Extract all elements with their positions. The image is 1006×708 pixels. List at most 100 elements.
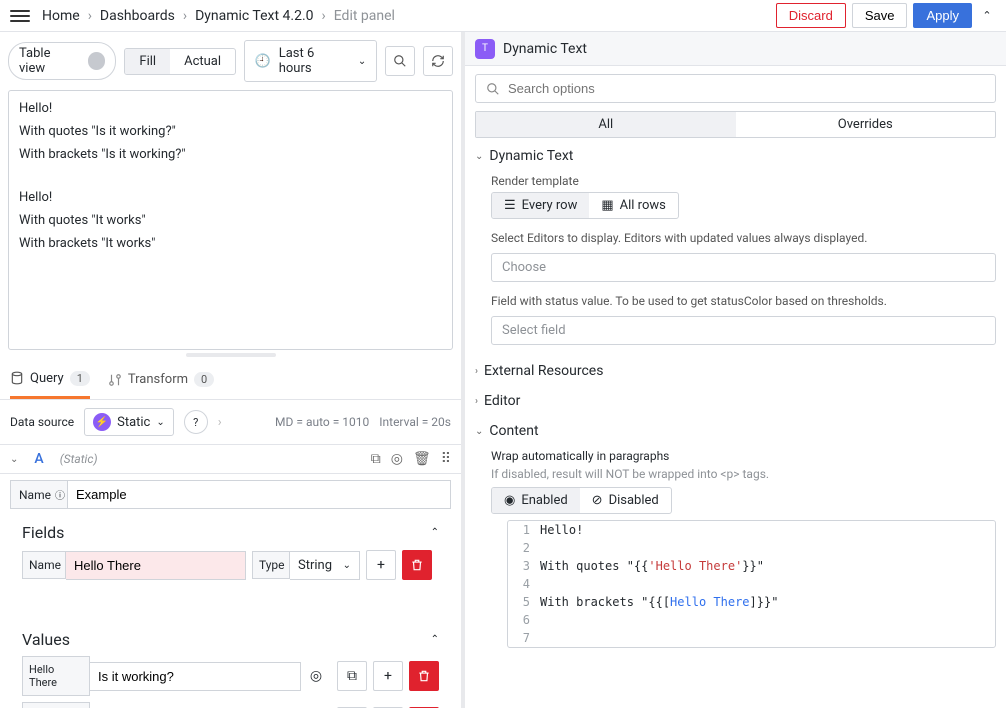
choose-editors-select[interactable]: Choose — [491, 253, 996, 282]
list-icon: ☰ — [504, 198, 516, 213]
save-button[interactable]: Save — [852, 3, 908, 28]
field-type-select[interactable]: String ⌄ — [290, 551, 360, 580]
preview-line: Hello! — [19, 101, 442, 116]
eye-icon[interactable]: ◎ — [391, 451, 403, 467]
static-ds-icon: ⚡ — [93, 413, 111, 431]
tab-query[interactable]: Query 1 — [10, 360, 90, 399]
chevron-down-icon[interactable]: ⌄ — [10, 454, 18, 465]
discard-button[interactable]: Discard — [776, 3, 846, 28]
preview-line: With quotes "Is it working?" — [19, 124, 442, 139]
query-type: (Static) — [60, 452, 98, 466]
eye-icon[interactable]: ◎ — [301, 661, 331, 691]
menu-icon[interactable] — [10, 6, 30, 26]
fill-option[interactable]: Fill — [125, 49, 170, 74]
values-title: Values — [22, 630, 70, 649]
time-range-label: Last 6 hours — [279, 46, 350, 76]
info-icon: ⓘ — [55, 487, 65, 502]
zoom-out-icon[interactable] — [385, 46, 415, 76]
disabled-option[interactable]: ⊘ Disabled — [580, 488, 671, 513]
query-name-input[interactable] — [68, 480, 451, 509]
fields-title: Fields — [22, 523, 64, 542]
render-template-label: Render template — [491, 168, 996, 192]
value-label: Hello There — [22, 656, 90, 696]
chevron-up-icon[interactable]: ⌃ — [431, 634, 439, 645]
select-editors-label: Select Editors to display. Editors with … — [491, 219, 996, 249]
crumb-dashboards[interactable]: Dashboards — [100, 8, 175, 24]
chevron-down-icon: ⌄ — [358, 56, 366, 67]
field-name-input[interactable] — [66, 551, 246, 580]
panel-preview: Hello! With quotes "Is it working?" With… — [8, 90, 453, 350]
delete-field-button[interactable] — [402, 550, 432, 580]
value-label: Hello There — [22, 702, 90, 708]
chevron-down-icon: ⌄ — [475, 151, 483, 162]
tab-label: Query — [30, 371, 64, 386]
all-rows-option[interactable]: ▦ All rows — [589, 193, 678, 218]
info-icon[interactable]: ? — [184, 410, 208, 434]
add-value-button[interactable]: + — [373, 661, 403, 691]
copy-icon[interactable]: ⧉ — [337, 661, 367, 691]
search-options-input[interactable] — [508, 81, 985, 96]
table-view-label: Table view — [19, 46, 80, 76]
preview-line: With quotes "It works" — [19, 213, 442, 228]
field-name-label: Name — [22, 551, 66, 579]
wrap-label: Wrap automatically in paragraphs — [491, 443, 996, 467]
value-input[interactable] — [90, 662, 301, 691]
tab-all[interactable]: All — [476, 112, 736, 137]
tab-count-badge: 1 — [70, 371, 90, 386]
plugin-icon: T — [475, 39, 495, 59]
section-content[interactable]: ⌄ Content — [475, 413, 996, 443]
x-circle-icon: ⊘ — [592, 493, 603, 508]
check-circle-icon: ◉ — [504, 493, 515, 508]
every-row-option[interactable]: ☰ Every row — [492, 193, 589, 218]
preview-line: Hello! — [19, 190, 442, 205]
database-icon — [10, 371, 24, 385]
grid-icon: ▦ — [601, 198, 613, 213]
copy-icon[interactable]: ⧉ — [371, 451, 381, 467]
table-view-toggle[interactable]: Table view — [8, 42, 116, 80]
datasource-label: Data source — [10, 415, 74, 429]
preview-line: With brackets "It works" — [19, 236, 442, 251]
search-icon — [486, 82, 500, 96]
datasource-value: Static — [117, 415, 150, 430]
md-info: MD = auto = 1010 — [275, 415, 369, 429]
datasource-select[interactable]: ⚡ Static ⌄ — [84, 408, 174, 436]
preview-line: With brackets "Is it working?" — [19, 147, 442, 162]
fit-segment[interactable]: Fill Actual — [124, 48, 235, 75]
interval-info: Interval = 20s — [379, 415, 451, 429]
tab-overrides[interactable]: Overrides — [736, 112, 996, 137]
drag-icon[interactable]: ⠿ — [441, 451, 451, 467]
add-field-button[interactable]: + — [366, 550, 396, 580]
code-editor[interactable]: 1Hello!23With quotes "{{'Hello There'}}"… — [507, 520, 996, 648]
clock-icon: 🕘 — [255, 54, 271, 69]
chevron-up-icon[interactable]: ⌃ — [431, 527, 439, 538]
plugin-name[interactable]: Dynamic Text — [503, 41, 587, 57]
section-external[interactable]: › External Resources — [475, 345, 996, 383]
select-field-select[interactable]: Select field — [491, 316, 996, 345]
tab-transform[interactable]: Transform 0 — [108, 360, 214, 399]
crumb-dashboard[interactable]: Dynamic Text 4.2.0 — [195, 8, 313, 24]
actual-option[interactable]: Actual — [170, 49, 235, 74]
breadcrumb: Home › Dashboards › Dynamic Text 4.2.0 ›… — [42, 8, 395, 24]
section-dynamic-text[interactable]: ⌄ Dynamic Text — [475, 138, 996, 168]
transform-icon — [108, 373, 122, 387]
chevron-right-icon: › — [475, 366, 478, 377]
resize-handle[interactable] — [0, 350, 461, 360]
refresh-icon[interactable] — [423, 46, 453, 76]
enabled-option[interactable]: ◉ Enabled — [492, 488, 580, 513]
section-editor[interactable]: › Editor — [475, 383, 996, 413]
search-options[interactable] — [475, 74, 996, 103]
collapse-icon[interactable]: ⌃ — [978, 7, 996, 25]
time-range-picker[interactable]: 🕘 Last 6 hours ⌄ — [244, 40, 378, 82]
field-status-label: Field with status value. To be used to g… — [491, 282, 996, 312]
chevron-right-icon: › — [475, 396, 478, 407]
tab-label: Transform — [128, 372, 188, 387]
trash-icon[interactable]: 🗑 — [413, 451, 431, 467]
tab-count-badge: 0 — [194, 372, 214, 387]
delete-value-button[interactable] — [409, 661, 439, 691]
wrap-desc: If disabled, result will NOT be wrapped … — [491, 467, 996, 481]
chevron-down-icon: ⌄ — [156, 417, 164, 428]
crumb-home[interactable]: Home — [42, 8, 80, 24]
apply-button[interactable]: Apply — [913, 3, 972, 28]
query-refid[interactable]: A — [34, 451, 43, 467]
name-label: Name ⓘ — [10, 480, 68, 509]
